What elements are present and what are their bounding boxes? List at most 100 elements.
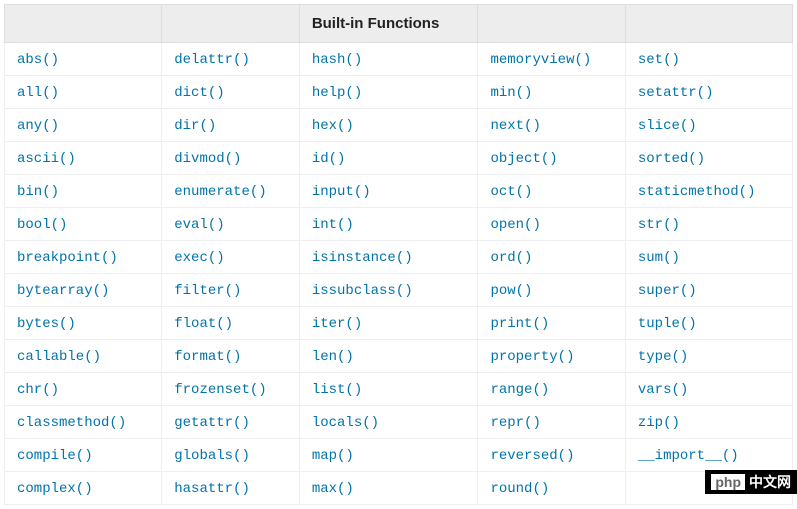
function-link[interactable]: ord(): [490, 250, 532, 266]
table-cell: slice(): [625, 109, 792, 142]
function-link[interactable]: __import__(): [638, 448, 739, 464]
header-col-5: [625, 5, 792, 43]
function-link[interactable]: pow(): [490, 283, 532, 299]
function-link[interactable]: vars(): [638, 382, 688, 398]
function-link[interactable]: issubclass(): [312, 283, 413, 299]
function-link[interactable]: reversed(): [490, 448, 574, 464]
function-link[interactable]: globals(): [174, 448, 250, 464]
table-cell: reversed(): [478, 439, 625, 472]
function-link[interactable]: eval(): [174, 217, 224, 233]
function-link[interactable]: iter(): [312, 316, 362, 332]
function-link[interactable]: bytearray(): [17, 283, 109, 299]
function-link[interactable]: breakpoint(): [17, 250, 118, 266]
table-cell: locals(): [299, 406, 478, 439]
table-cell: bool(): [5, 208, 162, 241]
table-cell: __import__(): [625, 439, 792, 472]
table-cell: vars(): [625, 373, 792, 406]
function-link[interactable]: memoryview(): [490, 52, 591, 68]
function-link[interactable]: map(): [312, 448, 354, 464]
function-link[interactable]: object(): [490, 151, 557, 167]
table-cell: input(): [299, 175, 478, 208]
table-cell: all(): [5, 76, 162, 109]
function-link[interactable]: next(): [490, 118, 540, 134]
function-link[interactable]: zip(): [638, 415, 680, 431]
function-link[interactable]: min(): [490, 85, 532, 101]
function-link[interactable]: bin(): [17, 184, 59, 200]
table-cell: int(): [299, 208, 478, 241]
function-link[interactable]: super(): [638, 283, 697, 299]
table-cell: issubclass(): [299, 274, 478, 307]
table-cell: property(): [478, 340, 625, 373]
function-link[interactable]: dir(): [174, 118, 216, 134]
function-link[interactable]: slice(): [638, 118, 697, 134]
function-link[interactable]: format(): [174, 349, 241, 365]
function-link[interactable]: print(): [490, 316, 549, 332]
function-link[interactable]: bool(): [17, 217, 67, 233]
table-cell: complex(): [5, 472, 162, 505]
function-link[interactable]: max(): [312, 481, 354, 497]
function-link[interactable]: any(): [17, 118, 59, 134]
function-link[interactable]: help(): [312, 85, 362, 101]
function-link[interactable]: staticmethod(): [638, 184, 756, 200]
function-link[interactable]: type(): [638, 349, 688, 365]
table-cell: bin(): [5, 175, 162, 208]
function-link[interactable]: complex(): [17, 481, 93, 497]
table-header-row: Built-in Functions: [5, 5, 793, 43]
table-cell: compile(): [5, 439, 162, 472]
function-link[interactable]: tuple(): [638, 316, 697, 332]
function-link[interactable]: sorted(): [638, 151, 705, 167]
function-link[interactable]: chr(): [17, 382, 59, 398]
function-link[interactable]: divmod(): [174, 151, 241, 167]
function-link[interactable]: float(): [174, 316, 233, 332]
function-link[interactable]: len(): [312, 349, 354, 365]
function-link[interactable]: repr(): [490, 415, 540, 431]
function-link[interactable]: exec(): [174, 250, 224, 266]
table-cell: print(): [478, 307, 625, 340]
table-row: bin() enumerate() input() oct() staticmethod…: [5, 175, 793, 208]
function-link[interactable]: set(): [638, 52, 680, 68]
function-link[interactable]: oct(): [490, 184, 532, 200]
function-link[interactable]: enumerate(): [174, 184, 266, 200]
function-link[interactable]: filter(): [174, 283, 241, 299]
table-cell: classmethod(): [5, 406, 162, 439]
table-cell: map(): [299, 439, 478, 472]
table-cell: float(): [162, 307, 300, 340]
function-link[interactable]: str(): [638, 217, 680, 233]
function-link[interactable]: dict(): [174, 85, 224, 101]
table-cell: hasattr(): [162, 472, 300, 505]
function-link[interactable]: delattr(): [174, 52, 250, 68]
function-link[interactable]: hash(): [312, 52, 362, 68]
function-link[interactable]: int(): [312, 217, 354, 233]
function-link[interactable]: setattr(): [638, 85, 714, 101]
function-link[interactable]: isinstance(): [312, 250, 413, 266]
table-cell: str(): [625, 208, 792, 241]
function-link[interactable]: compile(): [17, 448, 93, 464]
function-link[interactable]: sum(): [638, 250, 680, 266]
function-link[interactable]: frozenset(): [174, 382, 266, 398]
function-link[interactable]: callable(): [17, 349, 101, 365]
function-link[interactable]: open(): [490, 217, 540, 233]
function-link[interactable]: hasattr(): [174, 481, 250, 497]
function-link[interactable]: getattr(): [174, 415, 250, 431]
table-cell: type(): [625, 340, 792, 373]
table-cell: ord(): [478, 241, 625, 274]
function-link[interactable]: range(): [490, 382, 549, 398]
table-cell: list(): [299, 373, 478, 406]
table-cell: oct(): [478, 175, 625, 208]
function-link[interactable]: list(): [312, 382, 362, 398]
function-link[interactable]: ascii(): [17, 151, 76, 167]
function-link[interactable]: input(): [312, 184, 371, 200]
table-cell: dict(): [162, 76, 300, 109]
function-link[interactable]: hex(): [312, 118, 354, 134]
function-link[interactable]: round(): [490, 481, 549, 497]
table-cell: frozenset(): [162, 373, 300, 406]
function-link[interactable]: property(): [490, 349, 574, 365]
function-link[interactable]: bytes(): [17, 316, 76, 332]
function-link[interactable]: classmethod(): [17, 415, 126, 431]
function-link[interactable]: abs(): [17, 52, 59, 68]
function-link[interactable]: locals(): [312, 415, 379, 431]
function-link[interactable]: id(): [312, 151, 346, 167]
table-cell: format(): [162, 340, 300, 373]
table-row: bool() eval() int() open() str(): [5, 208, 793, 241]
function-link[interactable]: all(): [17, 85, 59, 101]
